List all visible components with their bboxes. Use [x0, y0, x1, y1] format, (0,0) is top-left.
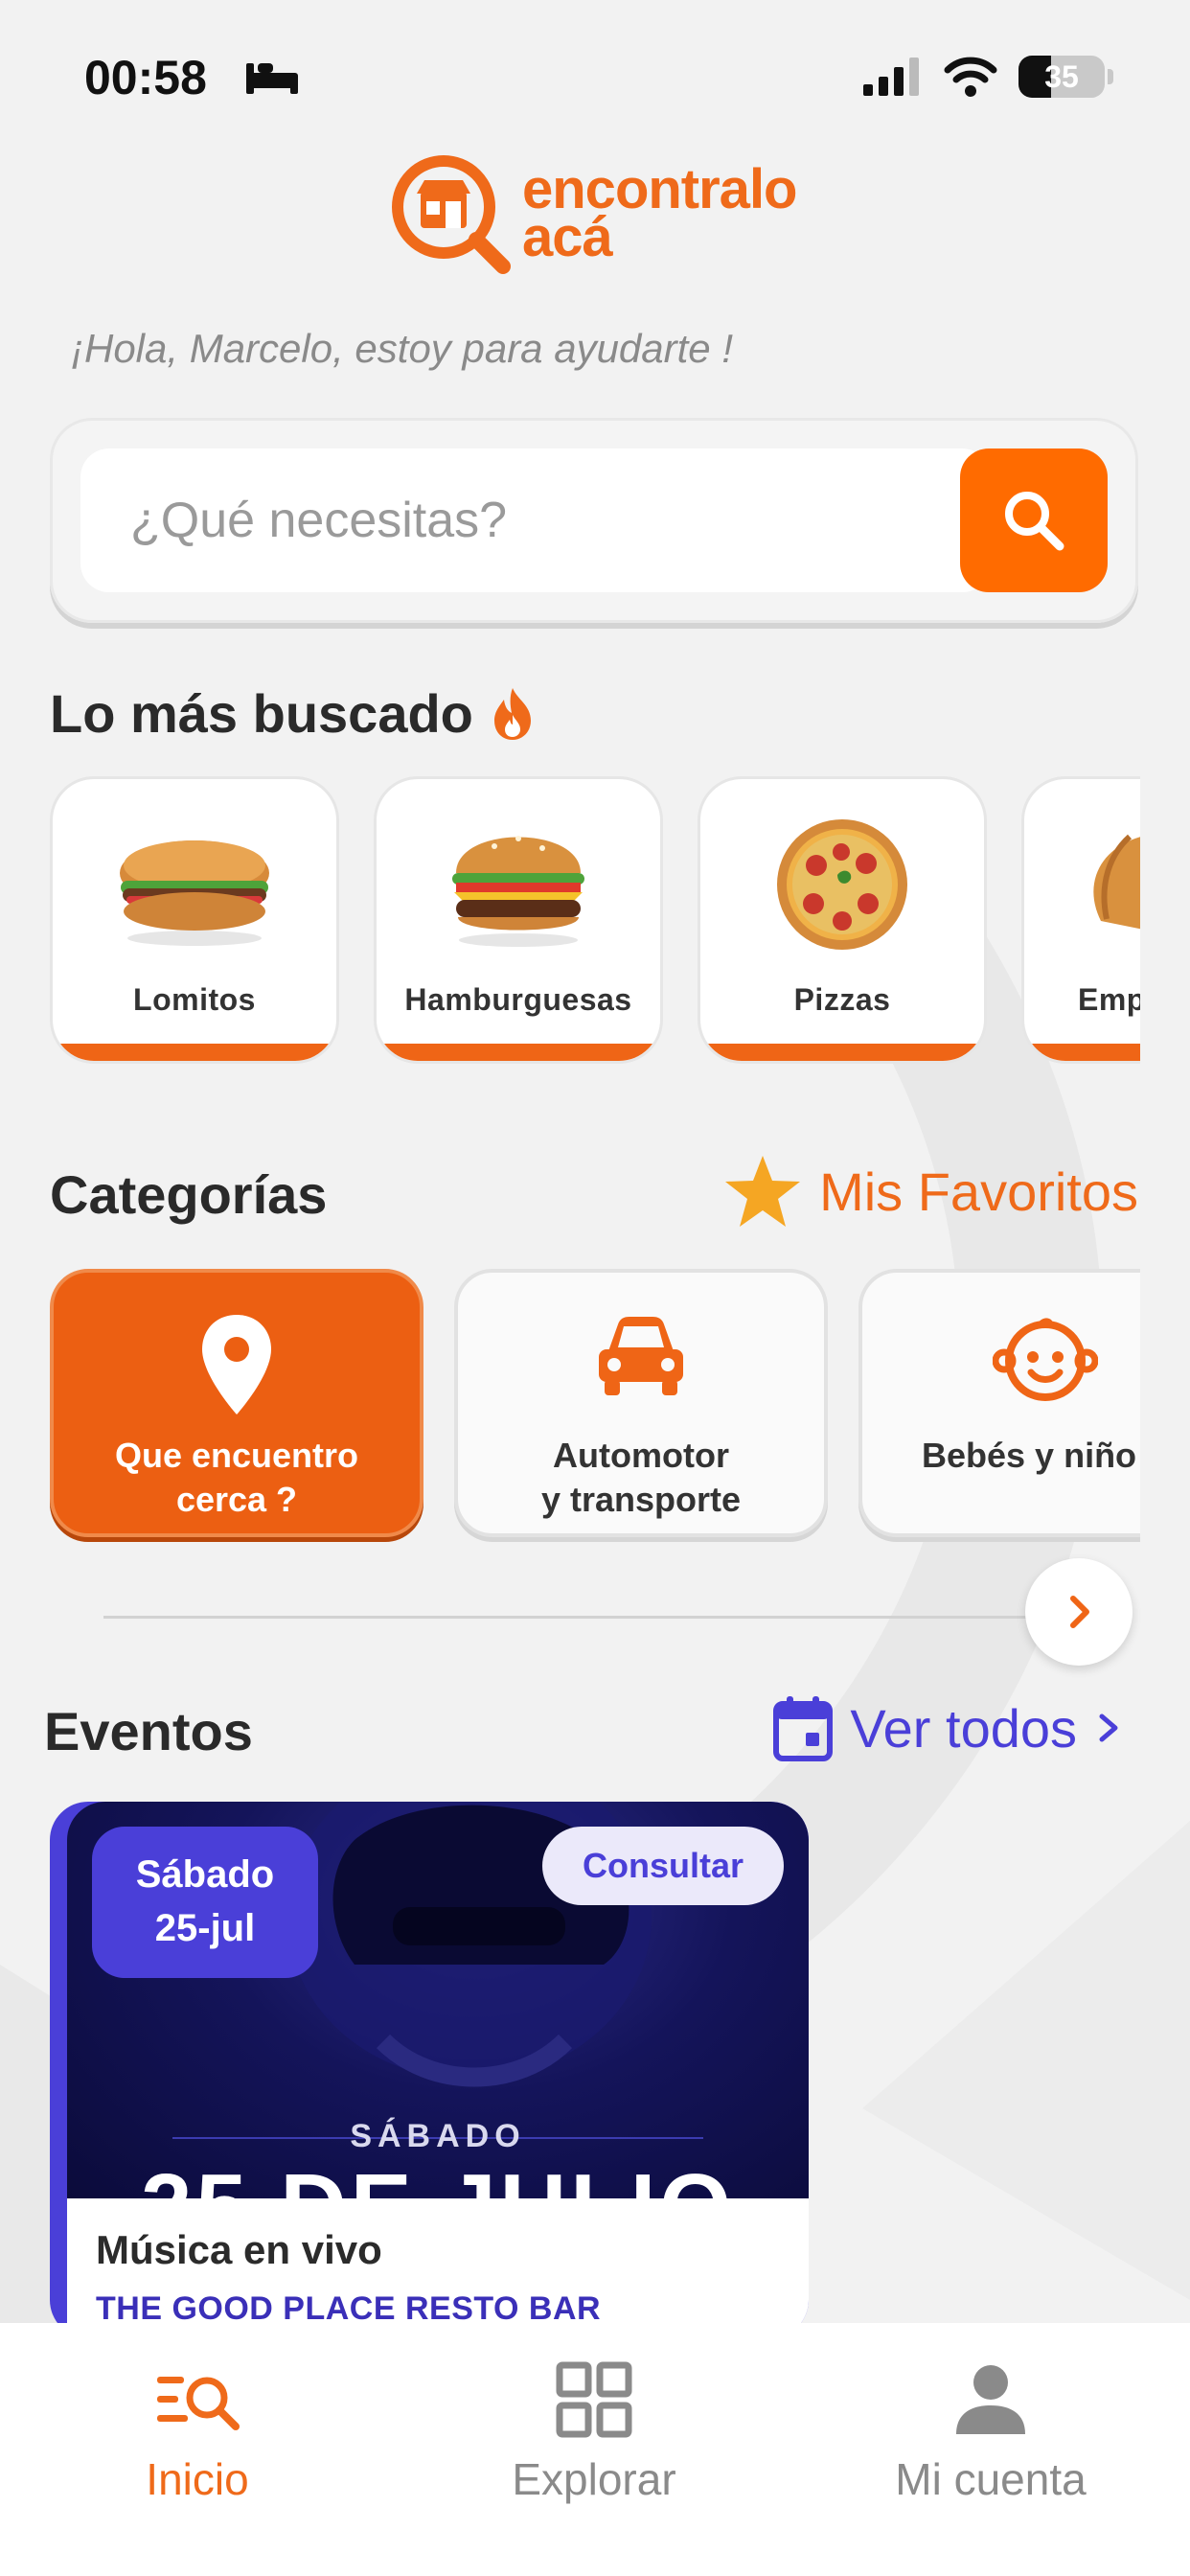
chevron-right-icon: [1070, 1596, 1089, 1628]
sandwich-icon: [120, 840, 269, 946]
empanada-icon: [1093, 834, 1140, 930]
popular-item-pizzas[interactable]: Pizzas: [698, 776, 987, 1064]
event-date: 25-jul: [154, 1907, 256, 1949]
categories-title: Categorías: [50, 1164, 328, 1225]
signal-icon: [863, 58, 919, 96]
tab-explorar[interactable]: Explorar: [450, 2352, 738, 2505]
most-searched-title: Lo más buscado: [50, 683, 473, 744]
category-label: Que encuentro cerca ?: [114, 1436, 359, 1519]
most-searched-header: Lo más buscado: [50, 682, 537, 745]
wifi-icon: [944, 57, 997, 97]
category-label: Bebés y niño: [922, 1436, 1137, 1475]
favorites-link[interactable]: Mis Favoritos: [723, 1154, 1138, 1229]
search-input[interactable]: [80, 448, 991, 592]
event-info: Música en vivo THE GOOD PLACE RESTO BAR: [67, 2198, 809, 2338]
burger-icon: [452, 836, 584, 947]
most-searched-list: Lomitos Hamburguesas Pizzas Emp: [50, 776, 1140, 1064]
home-search-icon: [157, 2377, 240, 2430]
tab-label: Inicio: [146, 2454, 249, 2504]
car-icon: [599, 1317, 683, 1395]
favorites-label: Mis Favoritos: [819, 1161, 1138, 1222]
popular-item-label: Pizzas: [793, 982, 891, 1017]
categories-next-button[interactable]: [1025, 1558, 1133, 1666]
tab-label: Explorar: [512, 2454, 676, 2504]
tab-mi-cuenta[interactable]: Mi cuenta: [847, 2352, 1134, 2505]
sleep-mode-icon: [246, 63, 298, 94]
event-name: Música en vivo: [96, 2227, 382, 2272]
event-day: Sábado: [135, 1853, 275, 1896]
category-babies[interactable]: Bebés y niño: [858, 1269, 1140, 1537]
pizza-icon: [777, 819, 907, 950]
app-logo: encontralo acá: [388, 151, 819, 276]
logo-text-line2: acá: [522, 206, 613, 268]
bottom-tab-bar: Inicio Explorar Mi cuenta: [0, 2323, 1190, 2576]
status-bar: 00:58 35: [0, 0, 1190, 153]
see-all-events-link[interactable]: Ver todos: [773, 1694, 1123, 1761]
events-title: Eventos: [44, 1701, 253, 1761]
user-icon: [956, 2365, 1025, 2434]
event-poster-day: SÁBADO: [350, 2118, 526, 2154]
event-consult-button[interactable]: Consultar: [542, 1827, 784, 1905]
battery-indicator: 35: [1018, 56, 1105, 98]
search-bar: [50, 418, 1138, 623]
calendar-icon: [773, 1696, 834, 1761]
popular-item-hamburguesas[interactable]: Hamburguesas: [374, 776, 663, 1064]
see-all-label: Ver todos: [850, 1697, 1077, 1759]
categories-list: Que encuentro cerca ? Automotor y transp…: [50, 1269, 1140, 1543]
tab-inicio[interactable]: Inicio: [54, 2352, 341, 2505]
fire-icon: [493, 687, 531, 740]
popular-item-label: Hamburguesas: [404, 982, 632, 1017]
event-date-badge: Sábado 25-jul: [92, 1827, 318, 1978]
popular-item-empanadas[interactable]: Emp: [1021, 776, 1140, 1064]
carousel-divider: [103, 1616, 1052, 1619]
popular-item-label: Emp: [1078, 982, 1140, 1017]
category-label: Automotor y transporte: [540, 1436, 742, 1519]
chevron-right-icon: [1099, 1714, 1118, 1742]
category-automotor[interactable]: Automotor y transporte: [454, 1269, 828, 1537]
search-icon: [1005, 492, 1064, 551]
greeting-text: ¡Hola, Marcelo, estoy para ayudarte !: [71, 326, 733, 371]
location-pin-icon: [202, 1315, 271, 1414]
status-time: 00:58: [84, 51, 207, 104]
popular-item-label: Lomitos: [133, 982, 256, 1017]
tab-label: Mi cuenta: [895, 2454, 1087, 2504]
category-nearby[interactable]: Que encuentro cerca ?: [50, 1269, 423, 1537]
search-button[interactable]: [960, 448, 1108, 592]
store-search-icon: [392, 155, 511, 274]
grid-icon: [556, 2361, 632, 2438]
baby-face-icon: [993, 1318, 1098, 1401]
star-icon: [725, 1156, 801, 1227]
popular-item-lomitos[interactable]: Lomitos: [50, 776, 339, 1064]
